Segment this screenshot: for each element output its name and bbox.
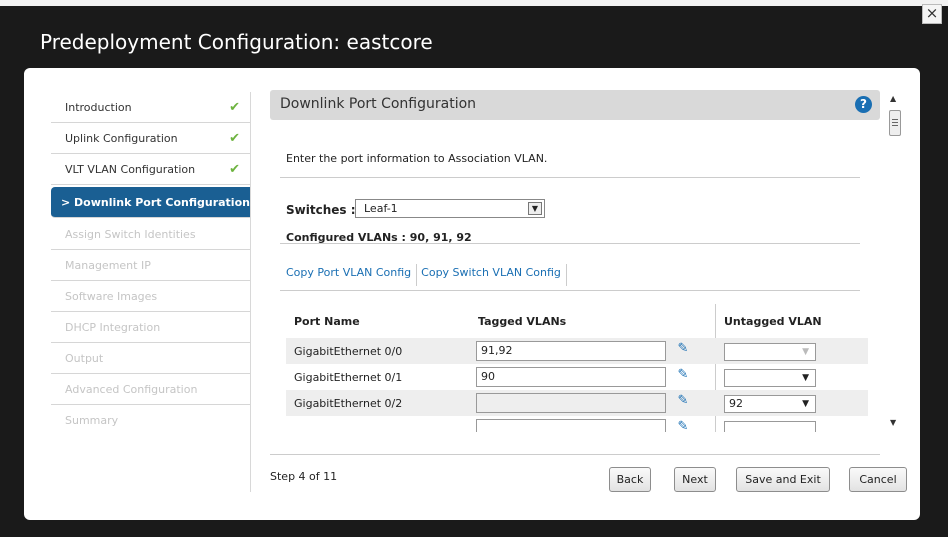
wizard-dialog: Introduction ✔ Uplink Configuration ✔ VL… (24, 68, 920, 520)
port-name: GigabitEthernet 0/0 (294, 345, 403, 358)
close-icon[interactable]: × (922, 4, 942, 24)
tagged-vlans-input[interactable]: 90 (476, 367, 666, 387)
tagged-vlans-input[interactable] (476, 419, 666, 432)
edit-icon[interactable]: ✎ (674, 392, 692, 410)
untagged-vlan-select[interactable]: ▼ (724, 343, 816, 361)
panel-title: Downlink Port Configuration (280, 96, 477, 112)
edit-icon[interactable]: ✎ (674, 366, 692, 384)
divider (280, 177, 860, 178)
sidebar-item-assign-switch-identities: Assign Switch Identities (51, 219, 250, 250)
edit-icon[interactable]: ✎ (674, 418, 692, 432)
dialog-title: Predeployment Configuration: eastcore (40, 30, 433, 54)
chevron-down-icon: ▼ (802, 399, 809, 409)
table-header: Port Name Tagged VLANs Untagged VLAN (286, 304, 868, 338)
sidebar-item-label: Management IP (65, 259, 151, 272)
sidebar-item-downlink-port-configuration[interactable]: > Downlink Port Configuration (51, 187, 250, 218)
untagged-vlan-select[interactable]: ▼ (724, 369, 816, 387)
chevron-down-icon[interactable]: ▼ (528, 202, 542, 215)
sidebar-item-dhcp-integration: DHCP Integration (51, 312, 250, 343)
tagged-vlans-input[interactable] (476, 393, 666, 413)
save-and-exit-button[interactable]: Save and Exit (736, 467, 830, 492)
check-icon: ✔ (229, 100, 240, 115)
sidebar-item-software-images: Software Images (51, 281, 250, 312)
table-row: GigabitEthernet 0/1 90 ✎ ▼ (286, 364, 868, 390)
divider (280, 243, 860, 244)
chevron-down-icon: ▼ (802, 373, 809, 383)
sidebar-item-label: DHCP Integration (65, 321, 161, 334)
untagged-vlan-select[interactable]: 92 ▼ (724, 395, 816, 413)
sidebar-item-label: Software Images (65, 290, 158, 303)
panel-header: Downlink Port Configuration ? (270, 90, 880, 120)
tagged-vlans-input[interactable]: 91,92 (476, 341, 666, 361)
table-row: GigabitEthernet 0/2 ✎ 92 ▼ (286, 390, 868, 416)
column-header-tagged-vlans: Tagged VLANs (478, 315, 567, 328)
scroll-thumb[interactable] (889, 110, 901, 136)
sidebar-item-label: VLT VLAN Configuration (65, 163, 196, 176)
port-name: GigabitEthernet 0/2 (294, 397, 403, 410)
untagged-vlan-select[interactable] (724, 421, 816, 432)
column-header-port-name: Port Name (294, 315, 360, 328)
wizard-steps-sidebar: Introduction ✔ Uplink Configuration ✔ VL… (51, 92, 251, 492)
sidebar-item-output: Output (51, 343, 250, 374)
cancel-button[interactable]: Cancel (849, 467, 907, 492)
switches-select-value: Leaf-1 (364, 202, 398, 215)
check-icon: ✔ (229, 162, 240, 177)
scroll-down-icon[interactable]: ▼ (890, 418, 896, 427)
sidebar-item-uplink-configuration[interactable]: Uplink Configuration ✔ (51, 123, 250, 154)
top-strip (0, 0, 948, 6)
sidebar-item-vlt-vlan-configuration[interactable]: VLT VLAN Configuration ✔ (51, 154, 250, 185)
next-button[interactable]: Next (674, 467, 716, 492)
help-icon[interactable]: ? (855, 96, 872, 113)
back-button[interactable]: Back (609, 467, 651, 492)
tab-copy-port-vlan-config[interactable]: Copy Port VLAN Config (286, 264, 418, 286)
sidebar-item-label: > Downlink Port Configuration (61, 196, 250, 209)
scroll-up-icon[interactable]: ▲ (890, 94, 896, 103)
divider (270, 454, 880, 455)
intro-text: Enter the port information to Associatio… (286, 152, 548, 165)
port-name: GigabitEthernet 0/1 (294, 371, 403, 384)
untagged-vlan-value: 92 (729, 397, 743, 410)
sidebar-item-management-ip: Management IP (51, 250, 250, 281)
edit-icon[interactable]: ✎ (674, 340, 692, 358)
sidebar-item-summary: Summary (51, 405, 250, 436)
chevron-down-icon: ▼ (802, 347, 809, 357)
step-counter: Step 4 of 11 (270, 470, 338, 483)
switches-select[interactable]: Leaf-1 ▼ (355, 199, 545, 218)
port-vlan-table: Port Name Tagged VLANs Untagged VLAN Gig… (286, 304, 868, 432)
sidebar-item-label: Uplink Configuration (65, 132, 178, 145)
sidebar-item-label: Assign Switch Identities (65, 228, 196, 241)
tab-copy-switch-vlan-config[interactable]: Copy Switch VLAN Config (421, 264, 567, 286)
switches-label: Switches : (286, 203, 356, 217)
sidebar-item-introduction[interactable]: Introduction ✔ (51, 92, 250, 123)
vertical-scrollbar[interactable]: ▲ ▼ (886, 90, 904, 432)
divider (280, 290, 860, 291)
table-row: ✎ (286, 416, 868, 432)
sidebar-item-label: Summary (65, 414, 119, 427)
table-row: GigabitEthernet 0/0 91,92 ✎ ▼ (286, 338, 868, 364)
sidebar-item-label: Introduction (65, 101, 132, 114)
copy-config-tabs: Copy Port VLAN Config Copy Switch VLAN Co… (286, 264, 571, 286)
sidebar-item-label: Advanced Configuration (65, 383, 198, 396)
column-header-untagged-vlan: Untagged VLAN (724, 315, 822, 328)
sidebar-item-advanced-configuration: Advanced Configuration (51, 374, 250, 405)
sidebar-item-label: Output (65, 352, 104, 365)
check-icon: ✔ (229, 131, 240, 146)
